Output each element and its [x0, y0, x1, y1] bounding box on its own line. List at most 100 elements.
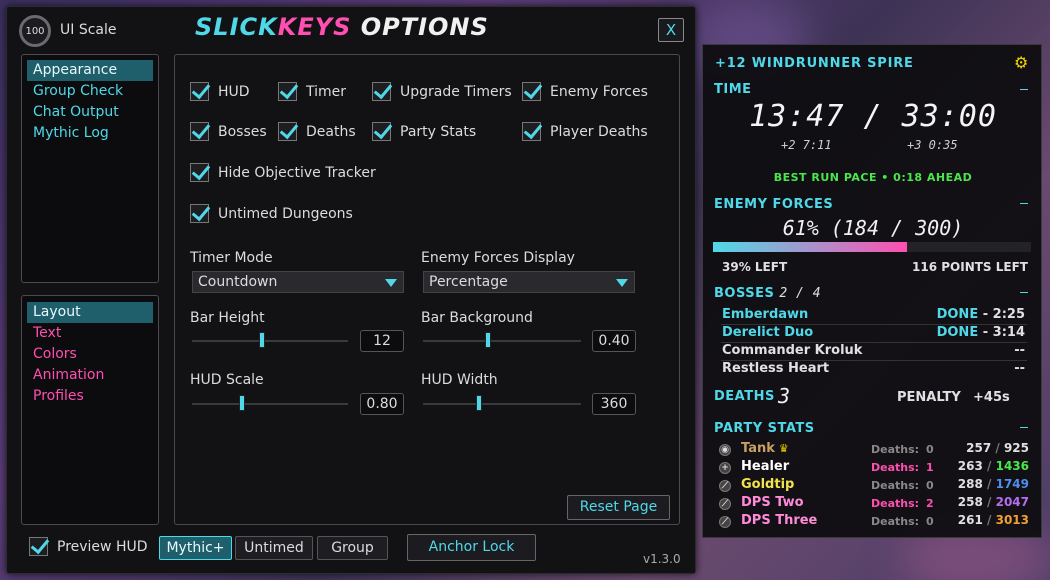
anchor-lock-button[interactable]: Anchor Lock [407, 534, 536, 561]
boss-row: Emberdawn DONE - 2:25 [721, 307, 1027, 325]
party-score-current: 258 [957, 495, 983, 509]
party-deaths-value: 0 [926, 443, 934, 456]
party-deaths-label: Deaths: [871, 479, 920, 492]
checkbox-hide-objective-tracker[interactable]: Hide Objective Tracker [190, 163, 376, 182]
nav-panel-bottom: Layout Text Colors Animation Profiles [21, 295, 159, 525]
dropdown-arrow-icon [616, 279, 628, 287]
party-score-current: 261 [957, 513, 983, 527]
party-member-name: DPS Two [741, 495, 804, 510]
party-member-name: Goldtip [741, 477, 795, 492]
hud-timer-value: 13:47 / 33:00 [749, 99, 997, 134]
hud-dungeon-title: +12 WINDRUNNER SPIRE [715, 56, 914, 71]
split-plus3: +3 0:35 [907, 138, 958, 152]
penalty-value: +45s [973, 390, 1010, 405]
collapse-icon[interactable] [1020, 203, 1028, 204]
nav-item-layout[interactable]: Layout [27, 302, 153, 323]
party-score-current: 288 [957, 477, 983, 491]
boss-name: Emberdawn [722, 307, 809, 322]
forces-display-value: Percentage [429, 274, 508, 290]
checkbox-label: Upgrade Timers [400, 83, 512, 100]
checkbox-deaths[interactable]: Deaths [278, 122, 356, 141]
hud-scale-slider[interactable] [192, 403, 348, 405]
bar-background-slider-thumb[interactable] [485, 332, 491, 348]
options-window: 100 UI Scale SLICKKEYS OPTIONS X Appeara… [6, 6, 696, 574]
best-run-pace: BEST RUN PACE • 0:18 AHEAD [773, 171, 973, 184]
checkbox-label: Enemy Forces [550, 83, 648, 100]
bar-background-value[interactable]: 0.40 [592, 330, 636, 352]
hud-width-label: HUD Width [421, 372, 498, 388]
checkbox-hud[interactable]: HUD [190, 82, 250, 101]
hud-width-value[interactable]: 360 [592, 393, 636, 415]
collapse-icon[interactable] [1020, 292, 1028, 293]
window-title: SLICKKEYS OPTIONS [195, 13, 489, 41]
checkbox-bosses[interactable]: Bosses [190, 122, 267, 141]
shield-icon: ◉ [719, 444, 731, 456]
sword-icon: ⟋ [719, 480, 731, 492]
party-row: ⟋ DPS Two Deaths: 2 258 / 2047 [717, 495, 1029, 513]
nav-item-chat-output[interactable]: Chat Output [27, 102, 153, 123]
party-deaths-label: Deaths: [871, 461, 920, 474]
checkbox-timer[interactable]: Timer [278, 82, 346, 101]
tab-untimed[interactable]: Untimed [235, 536, 313, 560]
forces-display-dropdown[interactable]: Percentage [423, 271, 635, 293]
bar-height-slider[interactable] [192, 340, 348, 342]
boss-status: -- [1014, 361, 1025, 376]
ui-scale-label: UI Scale [60, 22, 117, 38]
hud-width-slider-thumb[interactable] [476, 395, 482, 411]
checkbox-checked-icon [29, 537, 48, 556]
party-score: 263 / 1436 [958, 459, 1029, 473]
bar-background-label: Bar Background [421, 310, 533, 326]
nav-item-mythic-log[interactable]: Mythic Log [27, 123, 153, 144]
nav-item-colors[interactable]: Colors [27, 344, 153, 365]
dropdown-arrow-icon [385, 279, 397, 287]
hud-scale-value[interactable]: 0.80 [360, 393, 404, 415]
checkbox-party-stats[interactable]: Party Stats [372, 122, 476, 141]
title-part-slick: SLICK [195, 13, 278, 41]
nav-item-group-check[interactable]: Group Check [27, 81, 153, 102]
checkbox-player-deaths[interactable]: Player Deaths [522, 122, 648, 141]
nav-item-appearance[interactable]: Appearance [27, 60, 153, 81]
checkbox-upgrade-timers[interactable]: Upgrade Timers [372, 82, 512, 101]
version-label: v1.3.0 [643, 552, 681, 566]
nav-item-text[interactable]: Text [27, 323, 153, 344]
gear-icon[interactable]: ⚙ [1014, 53, 1028, 72]
hud-scale-label: HUD Scale [190, 372, 264, 388]
collapse-icon[interactable] [1020, 427, 1028, 428]
tab-mythic-plus[interactable]: Mythic+ [159, 536, 232, 560]
checkbox-checked-icon [522, 122, 541, 141]
penalty-label: PENALTY [897, 390, 961, 405]
boss-name: Restless Heart [722, 361, 830, 376]
bar-height-value[interactable]: 12 [360, 330, 404, 352]
checkbox-checked-icon [190, 122, 209, 141]
bar-background-slider[interactable] [423, 340, 581, 342]
hud-scale-slider-thumb[interactable] [239, 395, 245, 411]
nav-item-animation[interactable]: Animation [27, 365, 153, 386]
checkbox-checked-icon [190, 163, 209, 182]
hud-width-slider[interactable] [423, 403, 581, 405]
boss-row: Restless Heart -- [721, 361, 1027, 379]
tab-group[interactable]: Group [317, 536, 388, 560]
ui-scale-knob[interactable]: 100 [19, 15, 51, 47]
ui-scale-value: 100 [25, 25, 45, 37]
bar-height-label: Bar Height [190, 310, 265, 326]
mythic-hud: +12 WINDRUNNER SPIRE ⚙ TIME 13:47 / 33:0… [702, 44, 1042, 538]
boss-time: - 3:14 [978, 325, 1025, 340]
checkbox-preview-hud[interactable]: Preview HUD [29, 537, 148, 556]
checkbox-label: Untimed Dungeons [218, 205, 353, 222]
boss-done-label: DONE [936, 325, 979, 340]
checkbox-enemy-forces[interactable]: Enemy Forces [522, 82, 648, 101]
checkbox-untimed-dungeons[interactable]: Untimed Dungeons [190, 204, 353, 223]
bar-height-slider-thumb[interactable] [259, 332, 265, 348]
hud-deaths-label: DEATHS [714, 389, 775, 404]
checkbox-checked-icon [190, 82, 209, 101]
reset-page-button[interactable]: Reset Page [567, 495, 670, 520]
hud-party-label: PARTY STATS [714, 421, 815, 436]
collapse-icon[interactable] [1020, 89, 1028, 90]
boss-done-label: DONE [936, 307, 979, 322]
nav-item-profiles[interactable]: Profiles [27, 386, 153, 407]
timer-mode-dropdown[interactable]: Countdown [192, 271, 404, 293]
checkbox-checked-icon [190, 204, 209, 223]
boss-time: -- [1014, 361, 1025, 376]
close-button[interactable]: X [658, 18, 684, 42]
boss-name: Commander Kroluk [722, 343, 863, 358]
